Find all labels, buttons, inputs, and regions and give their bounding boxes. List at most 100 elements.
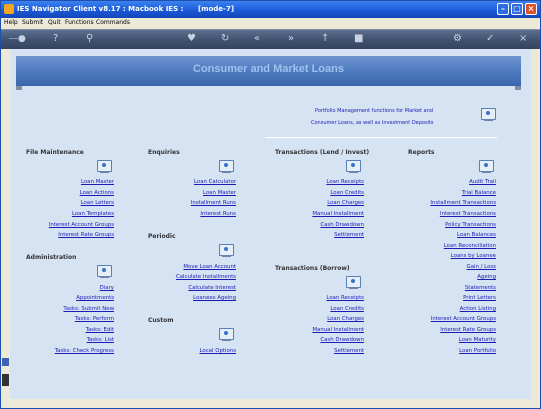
banner: Consumer and Market Loans xyxy=(16,56,521,86)
administration-icon[interactable] xyxy=(96,264,112,279)
key-icon[interactable]: ⎯⎯● xyxy=(9,33,26,45)
link-loan-master[interactable]: Loan Master xyxy=(81,179,114,185)
link-calculate-interest[interactable]: Calculate Interest xyxy=(188,285,236,291)
main-content: Consumer and Market Loans Portfolio Mana… xyxy=(10,49,531,399)
link-interest-runs[interactable]: Interest Runs xyxy=(200,211,236,217)
menu-functions[interactable]: Functions xyxy=(65,19,94,26)
portfolio-note: Portfolio Management functions for Marke… xyxy=(265,107,497,138)
banner-stub-right xyxy=(515,86,521,90)
window-title: IES Navigator Client v8.17 : Macbook IES… xyxy=(17,5,235,13)
forward-icon[interactable]: » xyxy=(288,33,294,45)
link-move-loan-account[interactable]: Move Loan Account xyxy=(183,264,236,270)
link-audit-trail[interactable]: Audit Trail xyxy=(469,179,496,185)
link-tasks-perform[interactable]: Tasks: Perform xyxy=(75,316,114,322)
link-borrow-loan-charges[interactable]: Loan Charges xyxy=(327,316,364,322)
link-loan-reconciliation[interactable]: Loan Reconciliation xyxy=(444,243,496,249)
link-print-letters[interactable]: Print Letters xyxy=(463,295,496,301)
section-title-enquiries: Enquiries xyxy=(148,149,180,156)
link-gain-loss[interactable]: Gain / Loss xyxy=(467,264,496,270)
link-interest-rate-groups[interactable]: Interest Rate Groups xyxy=(58,232,114,238)
section-title-file-maintenance: File Maintenance xyxy=(26,149,84,156)
link-lend-settlement[interactable]: Settlement xyxy=(334,232,364,238)
transactions-lend-icon[interactable] xyxy=(345,159,361,174)
link-loan-actions[interactable]: Loan Actions xyxy=(80,190,114,196)
link-interest-account-groups[interactable]: Interest Account Groups xyxy=(49,222,114,228)
custom-icon[interactable] xyxy=(218,327,234,342)
menu-bar: Help Submit Quit Functions Commands xyxy=(1,18,540,28)
link-action-listing[interactable]: Action Listing xyxy=(460,306,496,312)
link-lend-manual-installment[interactable]: Manual Installment xyxy=(312,211,364,217)
link-borrow-cash-drawdown[interactable]: Cash Drawdown xyxy=(320,337,364,343)
side-marker xyxy=(2,358,9,366)
section-title-custom: Custom xyxy=(148,317,174,324)
link-loan-balances[interactable]: Loan Balances xyxy=(457,232,496,238)
minimize-icon[interactable]: – xyxy=(497,3,509,15)
link-tasks-check-progress[interactable]: Tasks: Check Progress xyxy=(55,348,114,354)
link-trial-balance[interactable]: Trial Balance xyxy=(462,190,496,196)
link-lend-loan-credits[interactable]: Loan Credits xyxy=(330,190,364,196)
settings-icon[interactable]: ⚙ xyxy=(453,33,462,45)
maximize-icon[interactable]: □ xyxy=(511,3,523,15)
section-title-transactions-borrow: Transactions (Borrow) xyxy=(275,265,350,272)
menu-help[interactable]: Help xyxy=(4,19,18,26)
link-loan-templates[interactable]: Loan Templates xyxy=(72,211,114,217)
link-tasks-list[interactable]: Tasks: List xyxy=(87,337,114,343)
reports-icon[interactable] xyxy=(478,159,494,174)
menu-submit[interactable]: Submit xyxy=(22,19,43,26)
section-title-periodic: Periodic xyxy=(148,233,176,240)
menu-quit[interactable]: Quit xyxy=(48,19,61,26)
close-panel-icon[interactable]: × xyxy=(519,33,527,45)
app-icon xyxy=(4,4,14,14)
link-loan-portfolio[interactable]: Loan Portfolio xyxy=(459,348,496,354)
app-window: IES Navigator Client v8.17 : Macbook IES… xyxy=(0,0,541,409)
link-installment-runs[interactable]: Installment Runs xyxy=(191,200,236,206)
refresh-icon[interactable]: ↻ xyxy=(221,33,229,45)
link-loan-maturity[interactable]: Loan Maturity xyxy=(459,337,496,343)
link-report-interest-rate-groups[interactable]: Interest Rate Groups xyxy=(440,327,496,333)
link-report-interest-account-groups[interactable]: Interest Account Groups xyxy=(431,316,496,322)
link-tasks-edit[interactable]: Tasks: Edit xyxy=(86,327,114,333)
link-loanees-ageing[interactable]: Loanees Ageing xyxy=(193,295,236,301)
link-calculate-installments[interactable]: Calculate Installments xyxy=(176,274,236,280)
link-lend-cash-drawdown[interactable]: Cash Drawdown xyxy=(320,222,364,228)
portfolio-note-line1: Portfolio Management functions for Marke… xyxy=(315,108,433,114)
link-local-options[interactable]: Local Options xyxy=(200,348,236,354)
transactions-borrow-icon[interactable] xyxy=(345,275,361,290)
stop-icon[interactable]: ■ xyxy=(354,33,363,45)
link-borrow-manual-installment[interactable]: Manual Installment xyxy=(312,327,364,333)
link-ageing[interactable]: Ageing xyxy=(477,274,496,280)
search-icon[interactable]: ⚲ xyxy=(86,33,93,45)
link-loans-by-loanee[interactable]: Loans by Loanee xyxy=(451,253,496,259)
link-diary[interactable]: Diary xyxy=(100,285,114,291)
link-borrow-loan-receipts[interactable]: Loan Receipts xyxy=(326,295,364,301)
link-statements[interactable]: Statements xyxy=(465,285,496,291)
link-loan-letters[interactable]: Loan Letters xyxy=(81,200,114,206)
periodic-icon[interactable] xyxy=(218,243,234,258)
section-title-administration: Administration xyxy=(26,254,77,261)
section-title-transactions-lend: Transactions (Lend / Invest) xyxy=(275,149,370,156)
link-appointments[interactable]: Appointments xyxy=(76,295,114,301)
portfolio-note-line2: Consumer Loans, as well as Investment De… xyxy=(311,120,434,126)
link-borrow-loan-credits[interactable]: Loan Credits xyxy=(330,306,364,312)
link-policy-transactions[interactable]: Policy Transactions xyxy=(445,222,496,228)
close-icon[interactable]: × xyxy=(525,3,537,15)
banner-stub-left xyxy=(16,86,22,90)
title-bar: IES Navigator Client v8.17 : Macbook IES… xyxy=(1,1,540,18)
divider xyxy=(265,137,497,138)
link-tasks-submit-new[interactable]: Tasks: Submit New xyxy=(63,306,114,312)
menu-commands[interactable]: Commands xyxy=(96,19,130,26)
link-lend-loan-receipts[interactable]: Loan Receipts xyxy=(277,179,364,185)
link-installment-transactions[interactable]: Installment Transactions xyxy=(430,200,496,206)
link-interest-transactions[interactable]: Interest Transactions xyxy=(440,211,496,217)
file-maintenance-icon[interactable] xyxy=(96,159,112,174)
check-icon[interactable]: ✓ xyxy=(486,33,494,45)
heart-icon[interactable]: ♥ xyxy=(187,33,196,45)
enquiries-icon[interactable] xyxy=(218,159,234,174)
upload-icon[interactable]: ↑ xyxy=(321,33,329,45)
link-borrow-settlement[interactable]: Settlement xyxy=(334,348,364,354)
back-icon[interactable]: « xyxy=(254,33,260,45)
link-lend-loan-charges[interactable]: Loan Charges xyxy=(327,200,364,206)
link-enquiry-loan-master[interactable]: Loan Master xyxy=(203,190,236,196)
link-loan-calculator[interactable]: Loan Calculator xyxy=(194,179,236,185)
help-icon[interactable]: ? xyxy=(53,33,58,45)
